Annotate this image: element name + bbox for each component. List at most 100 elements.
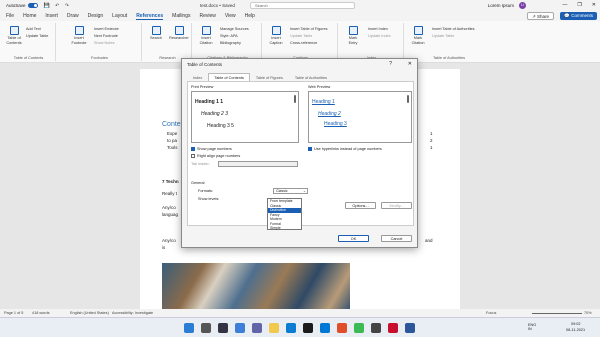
tab-review[interactable]: Review xyxy=(200,13,216,19)
scrollbar[interactable] xyxy=(294,95,296,103)
ok-button[interactable]: OK xyxy=(338,235,369,242)
user-name[interactable]: Lorem Ipsum xyxy=(488,3,514,8)
next-footnote-button[interactable]: Next Footnote xyxy=(94,34,118,38)
comments-label: Comments xyxy=(571,13,593,18)
modify-button[interactable]: Modify... xyxy=(381,202,412,209)
mark-entry-button[interactable]: Mark Entry xyxy=(344,26,362,45)
scrollbar[interactable] xyxy=(407,95,409,103)
checkbox-checked[interactable] xyxy=(308,147,312,151)
insert-citation-button[interactable]: Insert Citation xyxy=(196,26,216,45)
formats-select[interactable]: Classic ⌄ xyxy=(273,188,308,194)
maximize-icon[interactable]: ❐ xyxy=(577,0,581,11)
researcher-button[interactable]: Researcher xyxy=(168,26,190,41)
start-icon[interactable] xyxy=(184,323,194,333)
use-hyperlinks-checkbox[interactable]: Use hyperlinks instead of page numbers xyxy=(308,147,382,151)
autosave-toggle[interactable] xyxy=(27,3,38,8)
clock-date[interactable]: 08-11-2021 xyxy=(566,328,585,332)
clock-time[interactable]: 09:02 xyxy=(571,322,581,326)
zoom-level[interactable]: 70% xyxy=(584,311,592,315)
options-button[interactable]: Options... xyxy=(345,202,376,209)
accessibility-status[interactable]: Accessibility: Investigate xyxy=(112,311,153,315)
painting-image[interactable] xyxy=(162,263,350,309)
update-index-button[interactable]: Update Index xyxy=(368,34,391,38)
cancel-button[interactable]: Cancel xyxy=(381,235,412,242)
app-icon[interactable] xyxy=(388,323,398,333)
comments-button[interactable]: 💬 Comments xyxy=(560,12,597,20)
tab-file[interactable]: File xyxy=(6,13,14,19)
task-view-icon[interactable] xyxy=(218,323,228,333)
tab-leader-select[interactable] xyxy=(218,161,298,167)
close-icon[interactable]: ✕ xyxy=(592,0,596,11)
insert-index-button[interactable]: Insert Index xyxy=(368,27,388,31)
chrome-icon[interactable] xyxy=(354,323,364,333)
search-icon[interactable] xyxy=(201,323,211,333)
formats-dropdown-list: From template Classic Distinctive Fancy … xyxy=(267,198,302,230)
bibliography-button[interactable]: Bibliography xyxy=(220,41,241,45)
toc-line: Tools xyxy=(167,145,178,150)
tab-help[interactable]: Help xyxy=(245,13,255,19)
tab-mailings[interactable]: Mailings xyxy=(172,13,190,19)
web-heading-3: Heading 3 xyxy=(324,121,347,127)
toc-page-number: 1 xyxy=(430,145,433,150)
body-line: Any/co xyxy=(162,205,176,210)
page-count[interactable]: Page 1 of 5 xyxy=(4,311,23,315)
close-icon[interactable]: ✕ xyxy=(408,61,412,67)
store-icon[interactable] xyxy=(303,323,313,333)
update-toa-button[interactable]: Update Table xyxy=(432,34,454,38)
right-align-checkbox[interactable]: Right align page numbers xyxy=(191,154,240,158)
teams-icon[interactable] xyxy=(252,323,262,333)
word-icon[interactable] xyxy=(405,323,415,333)
tab-references[interactable]: References xyxy=(136,13,164,20)
show-page-numbers-checkbox[interactable]: Show page numbers xyxy=(191,147,232,151)
format-option[interactable]: Simple xyxy=(268,226,301,231)
language-status[interactable]: English (United States) xyxy=(70,311,109,315)
group-index: Mark Entry Insert Index Update Index Ind… xyxy=(340,23,404,61)
tab-design[interactable]: Design xyxy=(88,13,104,19)
toc-button[interactable]: Table of Contents xyxy=(4,26,24,45)
autosave-control[interactable]: AutoSave xyxy=(6,3,38,8)
insert-toa-button[interactable]: Insert Table of Authorities xyxy=(432,27,475,31)
tab-draw[interactable]: Draw xyxy=(67,13,79,19)
search-input[interactable]: Search xyxy=(250,2,355,9)
avatar[interactable]: LI xyxy=(519,2,526,9)
style-select[interactable]: Style: APA xyxy=(220,34,238,38)
show-levels-label: Show levels: xyxy=(198,197,220,201)
tab-layout[interactable]: Layout xyxy=(112,13,127,19)
share-button[interactable]: ↗ Share xyxy=(526,12,554,20)
office-icon[interactable] xyxy=(337,323,347,333)
edge-icon[interactable] xyxy=(286,323,296,333)
quick-access-icons[interactable]: 💾 ↶ ↷ xyxy=(44,3,71,9)
group-captions: Insert Caption Insert Table of Figures U… xyxy=(264,23,338,61)
minimize-icon[interactable]: — xyxy=(562,0,567,11)
tab-view[interactable]: View xyxy=(225,13,236,19)
focus-button[interactable]: Focus xyxy=(486,311,496,315)
word-count[interactable]: 418 words xyxy=(32,311,50,315)
mail-icon[interactable] xyxy=(320,323,330,333)
update-table-button[interactable]: Update Table xyxy=(26,34,48,38)
show-notes-button[interactable]: Show Notes xyxy=(94,41,114,45)
checkbox-checked[interactable] xyxy=(191,147,195,151)
insert-citation-label: Insert Citation xyxy=(199,36,213,45)
manage-sources-button[interactable]: Manage Sources xyxy=(220,27,249,31)
mark-citation-button[interactable]: Mark Citation xyxy=(408,26,428,45)
zoom-slider[interactable] xyxy=(532,313,582,314)
group-citations: Insert Citation Manage Sources Style: AP… xyxy=(194,23,262,61)
checkbox[interactable] xyxy=(191,154,195,158)
tab-insert[interactable]: Insert xyxy=(45,13,58,19)
general-label: General xyxy=(191,181,205,185)
update-tof-button[interactable]: Update Table xyxy=(290,34,312,38)
search-button[interactable]: Search xyxy=(146,26,166,41)
insert-footnote-button[interactable]: Insert Footnote xyxy=(68,26,90,45)
print-preview: Heading 1 1 Heading 2 3 Heading 3 5 xyxy=(191,91,299,143)
widgets-icon[interactable] xyxy=(235,323,245,333)
add-text-button[interactable]: Add Text xyxy=(26,27,41,31)
cross-reference-button[interactable]: Cross-reference xyxy=(290,41,317,45)
help-icon[interactable]: ? xyxy=(389,61,392,67)
tab-home[interactable]: Home xyxy=(23,13,36,19)
insert-tof-button[interactable]: Insert Table of Figures xyxy=(290,27,328,31)
language-indicator[interactable]: ENG IN xyxy=(528,323,540,331)
file-explorer-icon[interactable] xyxy=(269,323,279,333)
insert-endnote-button[interactable]: Insert Endnote xyxy=(94,27,119,31)
app-icon[interactable] xyxy=(371,323,381,333)
insert-caption-button[interactable]: Insert Caption xyxy=(266,26,286,45)
